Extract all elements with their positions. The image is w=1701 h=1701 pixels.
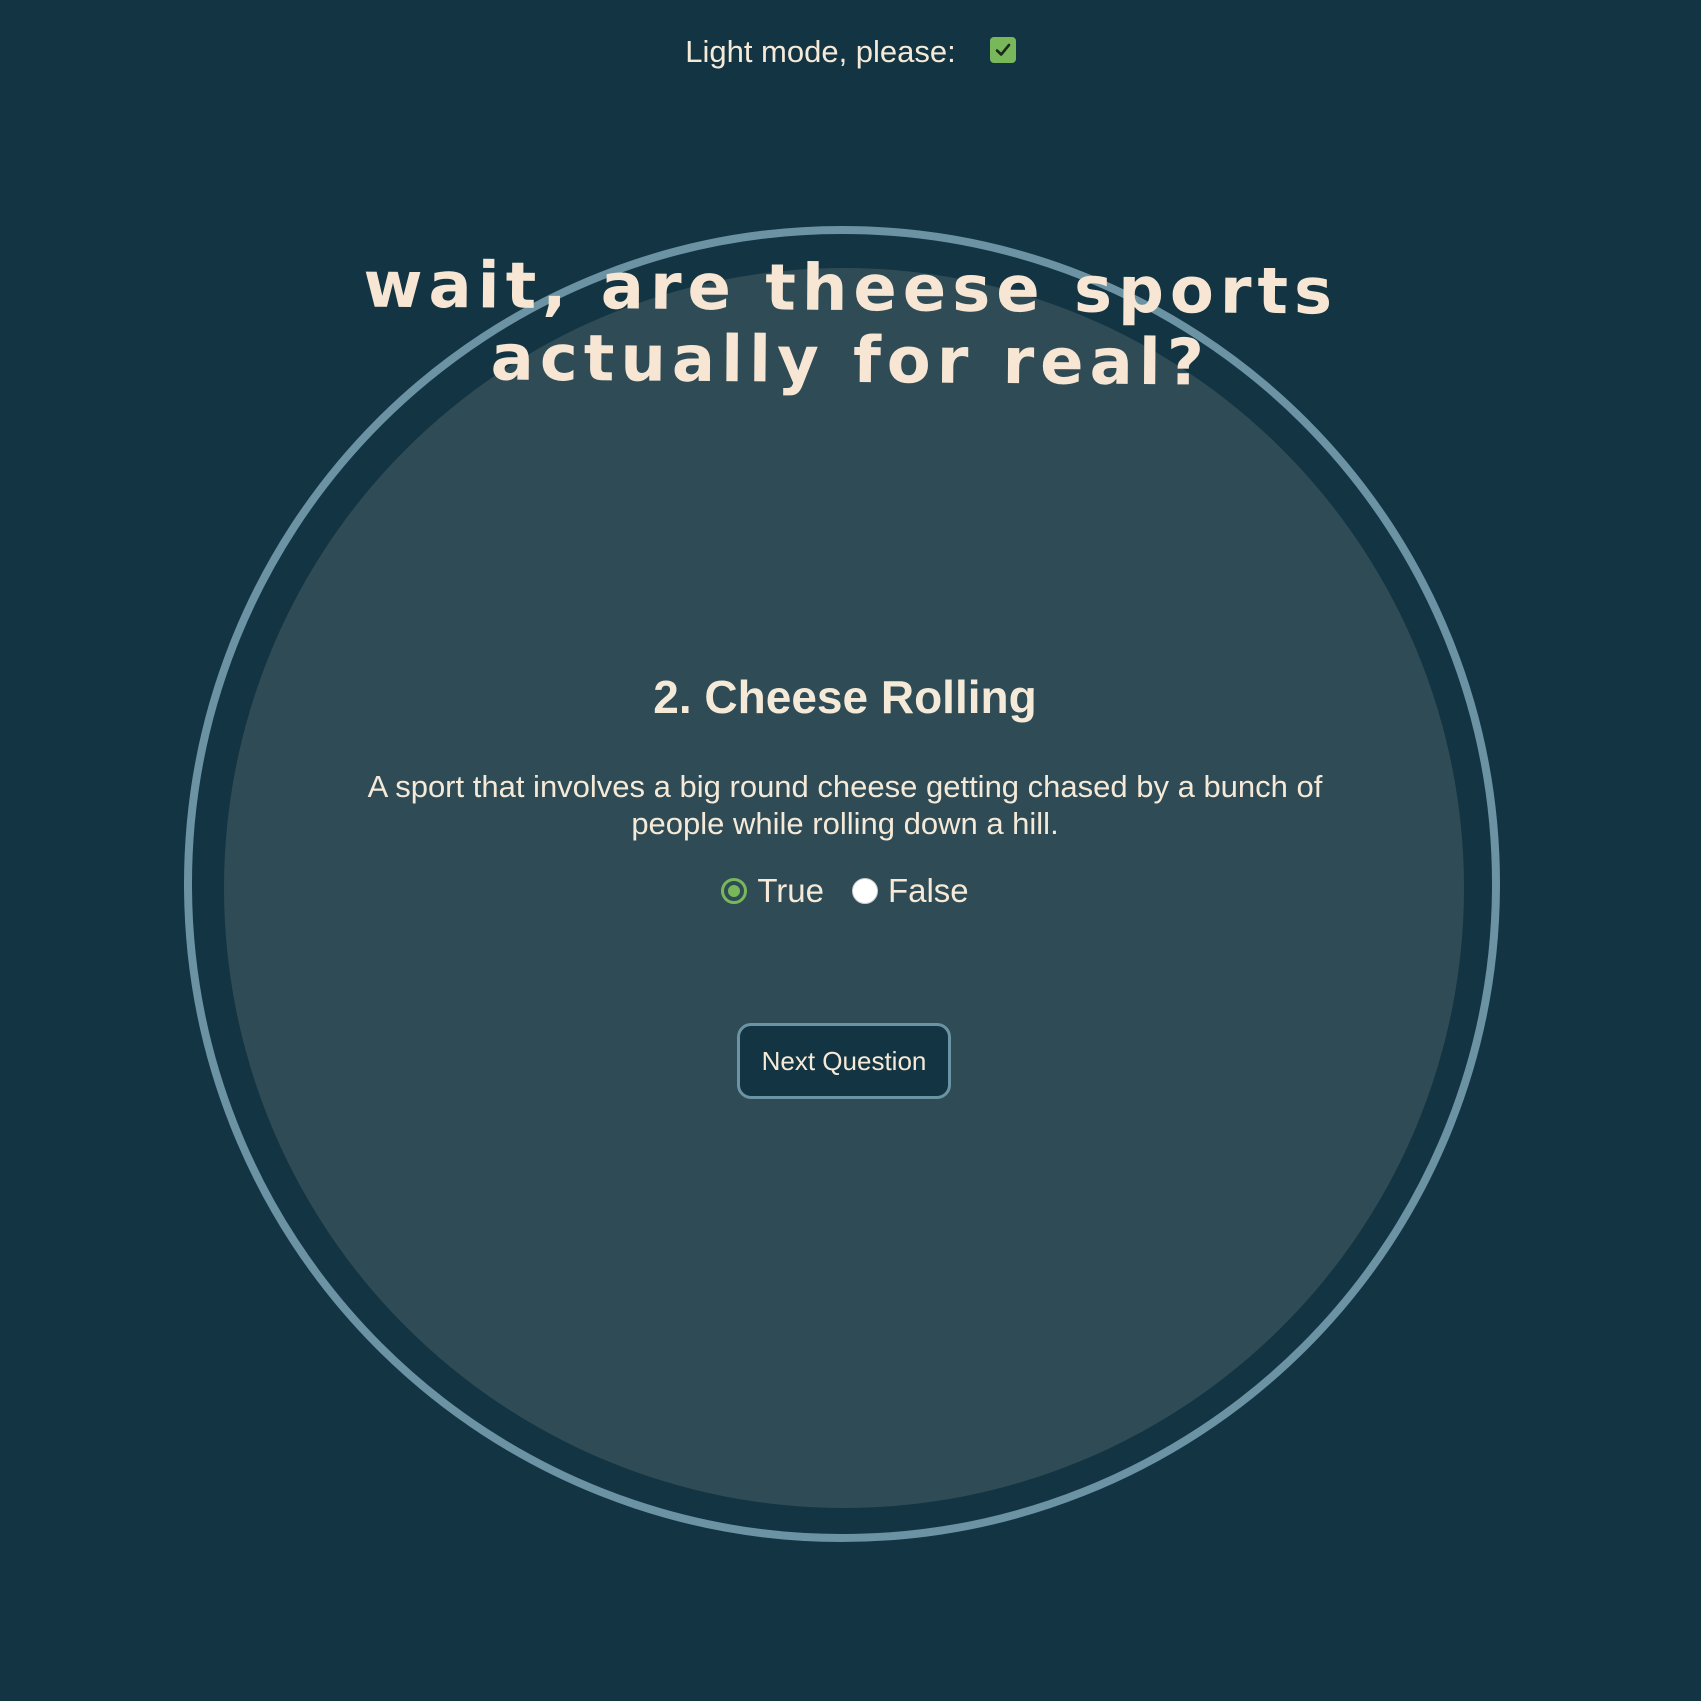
next-question-button[interactable]: Next Question (737, 1023, 951, 1099)
answer-true-option[interactable]: True (721, 872, 824, 910)
title-line-1: wait, are theese sports (363, 248, 1339, 330)
light-mode-toggle: Light mode, please: (0, 34, 1701, 70)
light-mode-label: Light mode, please: (685, 34, 956, 69)
false-radio[interactable] (851, 878, 878, 904)
false-label: False (887, 872, 969, 909)
true-radio[interactable] (721, 878, 748, 904)
answer-options: True False (330, 872, 1360, 910)
light-mode-checkbox[interactable] (989, 37, 1016, 63)
answer-false-option[interactable]: False (851, 872, 969, 910)
question-title: 2. Cheese Rolling (653, 671, 1037, 723)
true-label: True (757, 872, 824, 909)
question-description: A sport that involves a big round cheese… (367, 769, 1323, 841)
page-title: wait, are theese sports actually for rea… (0, 247, 1701, 403)
title-line-2: actually for real? (490, 321, 1211, 401)
checkmark-icon (995, 43, 1011, 56)
question-panel: 2. Cheese Rolling A sport that involves … (330, 670, 1360, 910)
